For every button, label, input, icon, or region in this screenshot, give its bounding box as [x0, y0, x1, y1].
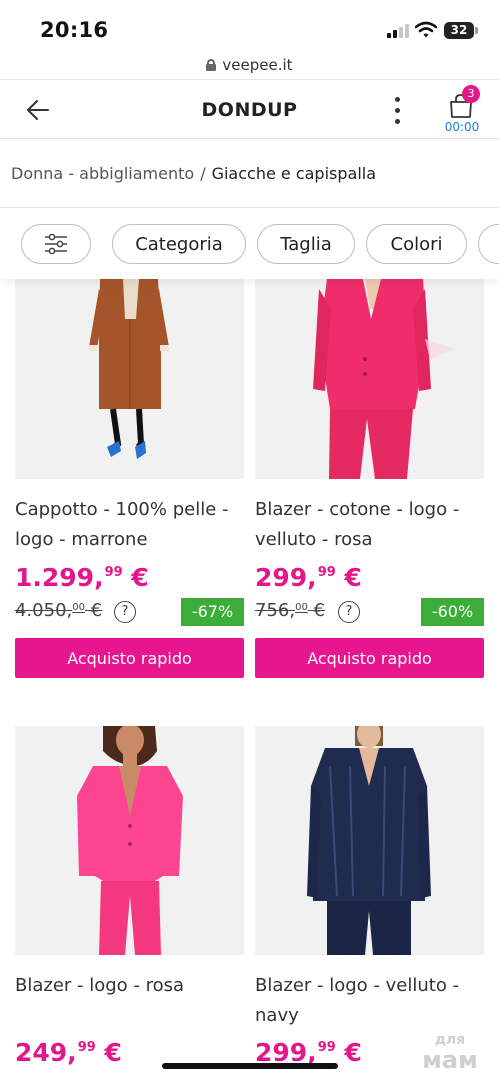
product-price: 299,99 €	[255, 563, 362, 592]
quick-buy-button[interactable]: Acquisto rapido	[15, 638, 244, 678]
lock-icon	[206, 58, 217, 71]
app-header: DONDUP 3 00:00	[0, 81, 499, 139]
product-price: 249,99 €	[15, 1038, 122, 1067]
product-title[interactable]: Cappotto - 100% pelle - logo - marrone	[15, 495, 247, 555]
discount-badge: -60%	[421, 598, 484, 626]
help-icon[interactable]: ?	[114, 601, 136, 623]
watermark: для мам	[422, 1032, 478, 1074]
product-image[interactable]	[15, 279, 244, 479]
cart-count-badge: 3	[462, 85, 480, 103]
breadcrumb-current: Giacche e capispalla	[211, 164, 377, 183]
cart-timer: 00:00	[444, 120, 480, 134]
url-bar[interactable]: veepee.it	[0, 50, 499, 80]
sliders-icon	[45, 234, 67, 254]
status-time: 20:16	[40, 18, 109, 42]
filter-settings-button[interactable]	[21, 224, 91, 264]
product-grid: Cappotto - 100% pelle - logo - marrone 1…	[0, 279, 499, 1080]
product-image[interactable]	[255, 279, 484, 479]
old-price-row: 4.050,00 € ? -67%	[15, 598, 244, 626]
filter-bar: Categoria Taglia Colori	[0, 209, 499, 279]
product-title[interactable]: Blazer - logo - velluto - navy	[255, 971, 487, 1031]
product-title[interactable]: Blazer - cotone - logo - velluto - rosa	[255, 495, 487, 555]
quick-buy-button[interactable]: Acquisto rapido	[255, 638, 484, 678]
old-price-row: 756,00 € ? -60%	[255, 598, 484, 626]
product-card[interactable]: Blazer - logo - velluto - navy 299,99 €	[255, 726, 484, 1080]
cellular-signal-icon	[387, 24, 409, 38]
breadcrumb-parent[interactable]: Donna - abbigliamento	[11, 164, 194, 183]
url-text: veepee.it	[222, 55, 293, 74]
product-image[interactable]	[15, 726, 244, 955]
product-card[interactable]: Blazer - logo - rosa 249,99 €	[15, 726, 244, 1080]
brand-title: DONDUP	[201, 99, 298, 121]
breadcrumb-separator: /	[200, 164, 206, 183]
more-options-icon[interactable]	[390, 97, 406, 125]
product-card[interactable]: Cappotto - 100% pelle - logo - marrone 1…	[15, 279, 244, 679]
filter-colors-chip[interactable]: Colori	[366, 224, 467, 264]
home-indicator[interactable]	[162, 1063, 338, 1069]
product-card[interactable]: Blazer - cotone - logo - velluto - rosa …	[255, 279, 484, 679]
filter-category-chip[interactable]: Categoria	[112, 224, 246, 264]
battery-icon: 32	[444, 22, 474, 39]
discount-badge: -67%	[181, 598, 244, 626]
status-bar: 20:16 32	[0, 0, 499, 50]
product-image[interactable]	[255, 726, 484, 955]
cart-button[interactable]: 3 00:00	[440, 85, 484, 137]
breadcrumb: Donna - abbigliamento / Giacche e capisp…	[0, 140, 499, 208]
battery-cap	[475, 27, 478, 34]
product-title[interactable]: Blazer - logo - rosa	[15, 971, 247, 1001]
product-price: 1.299,99 €	[15, 563, 149, 592]
old-price: 4.050,00 €	[15, 600, 103, 621]
old-price: 756,00 €	[255, 600, 325, 621]
filter-size-chip[interactable]: Taglia	[257, 224, 355, 264]
wifi-icon	[415, 21, 437, 38]
filter-more-chip[interactable]	[478, 224, 499, 264]
help-icon[interactable]: ?	[338, 601, 360, 623]
